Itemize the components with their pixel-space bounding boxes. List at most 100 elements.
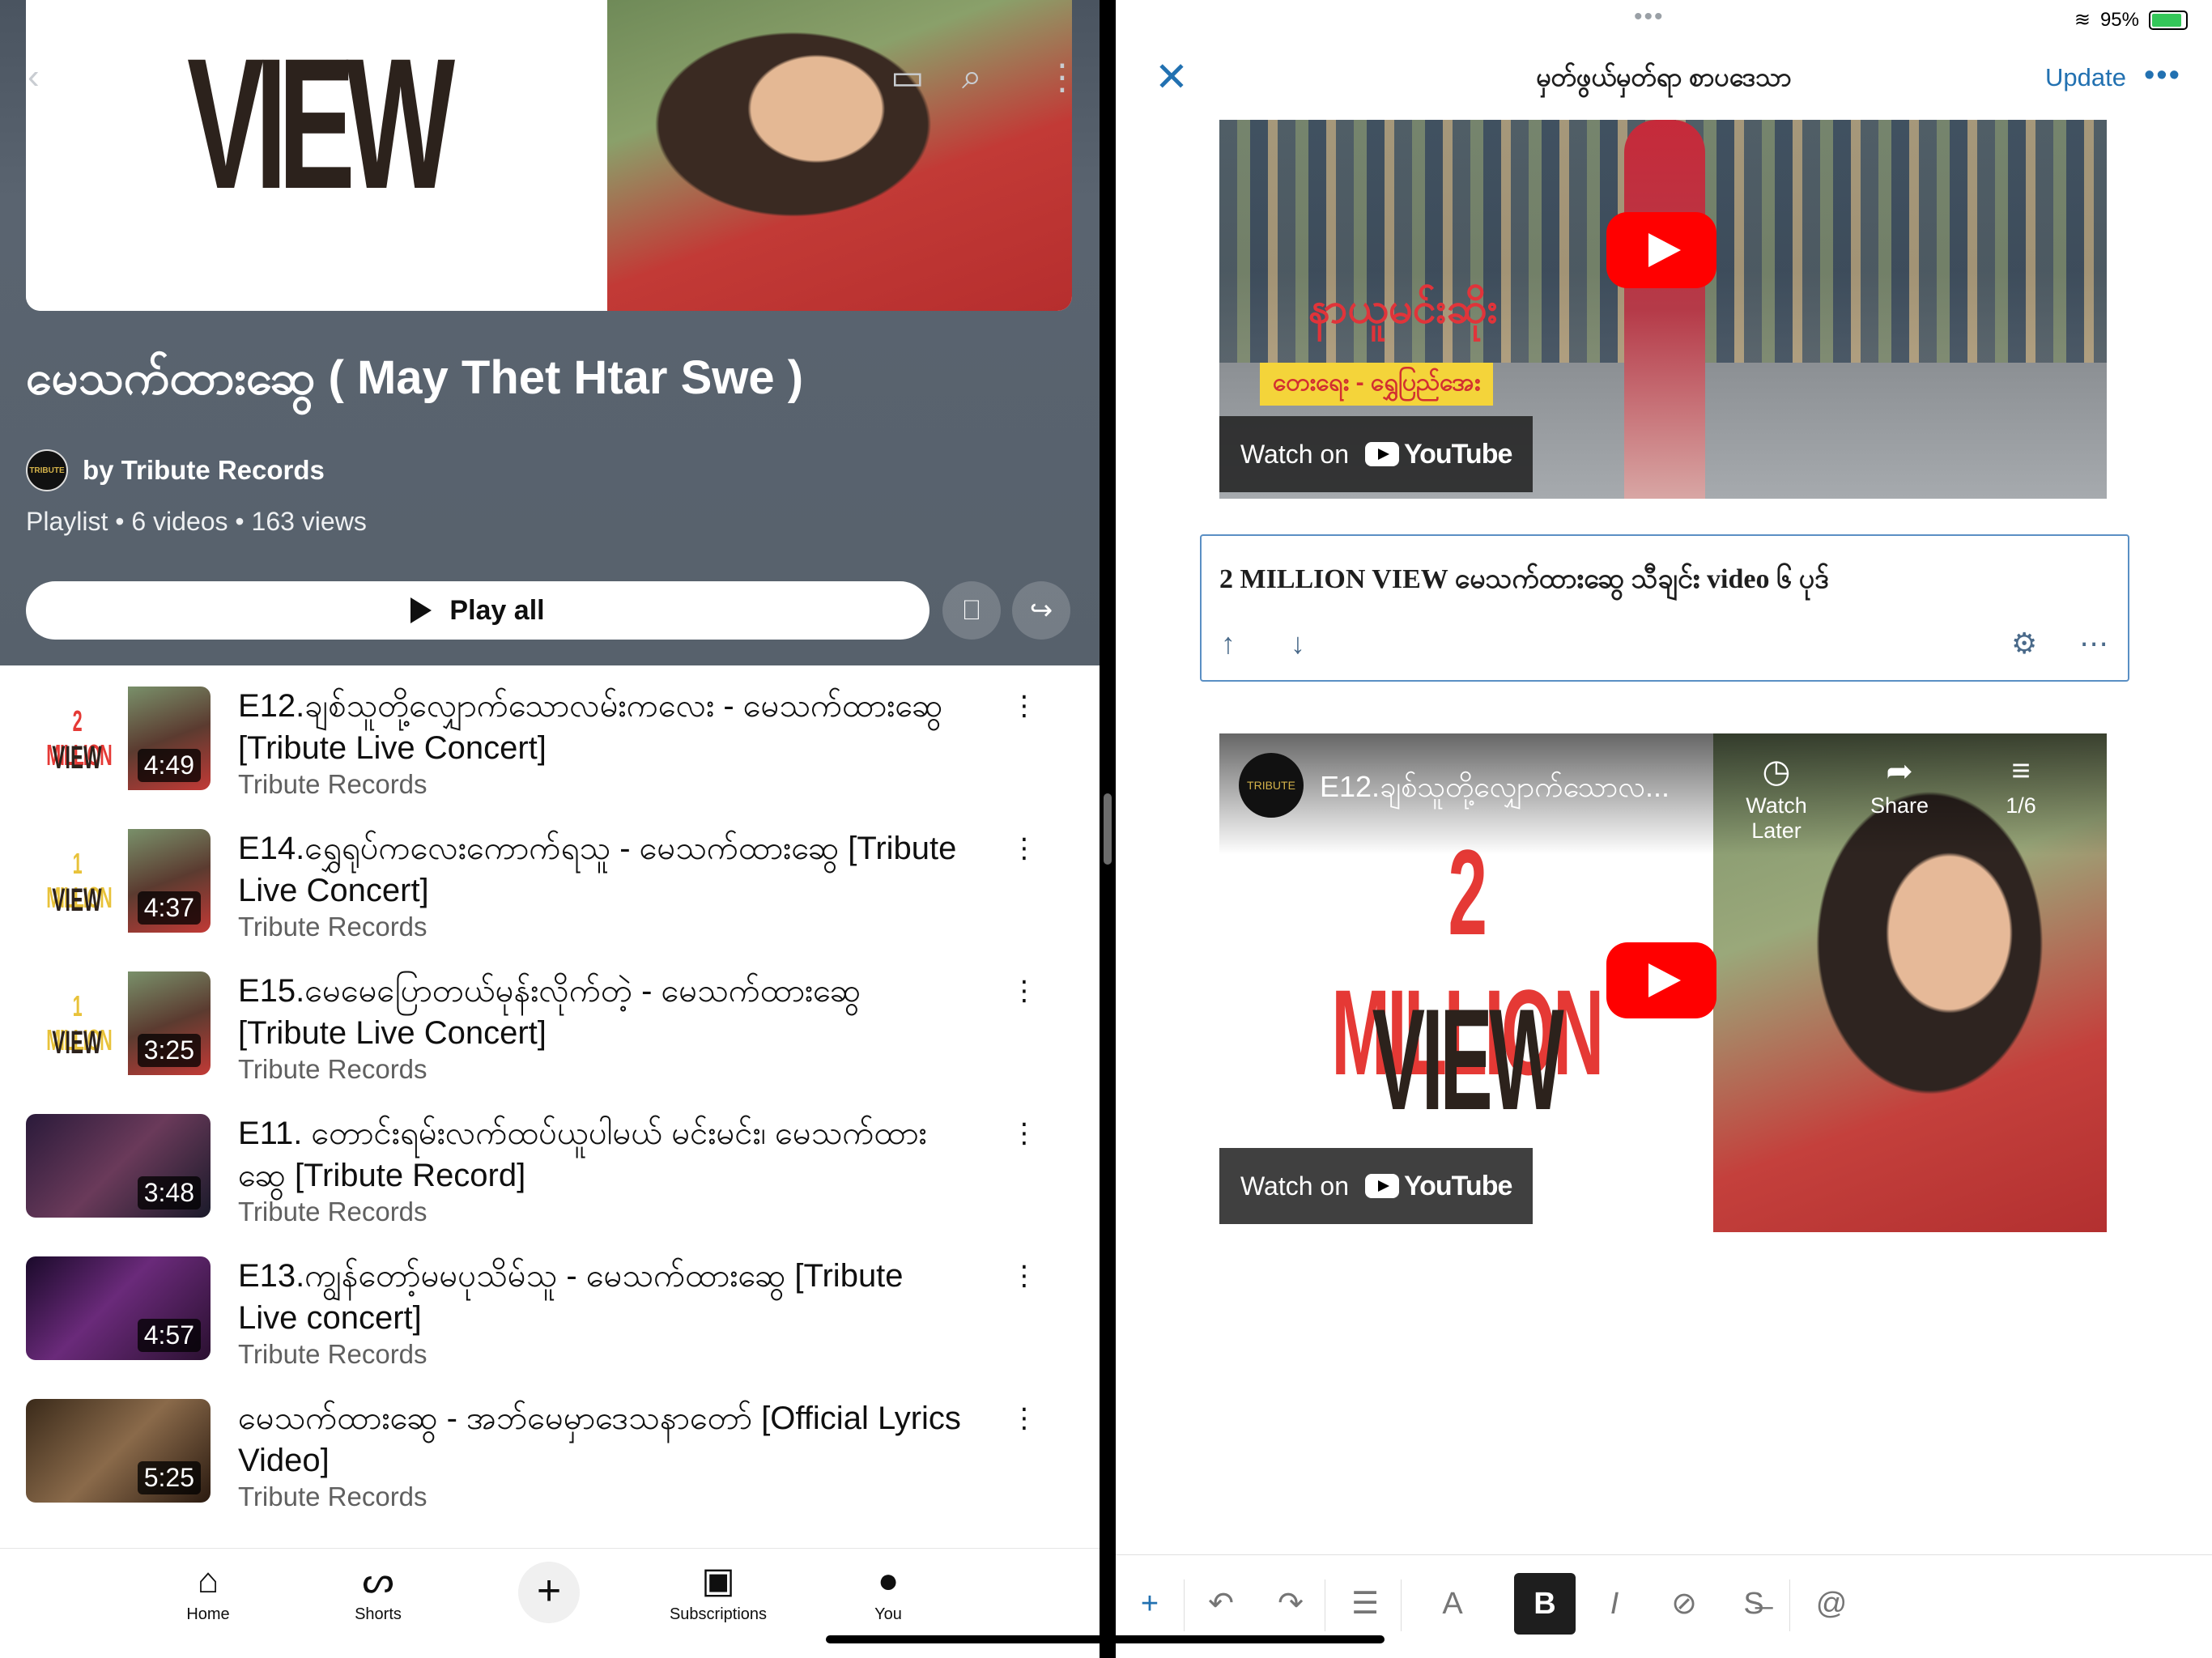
video-title[interactable]: E15.မေမေပြောတယ်မုန်းလိုက်တဲ့ - မေသက်ထားဆ… (238, 970, 967, 1054)
playlist-owner[interactable]: TRIBUTE by Tribute Records (26, 449, 325, 491)
divider-handle[interactable] (1104, 793, 1112, 865)
playlist-button[interactable]: ≡ 1/6 (1972, 753, 2069, 818)
video-thumbnail[interactable]: 1 MILLION VIEW 4:37 (26, 829, 211, 933)
text-color-icon[interactable]: A (1422, 1573, 1483, 1635)
watch-on-youtube-button[interactable]: Watch on YouTube (1219, 416, 1534, 492)
embed-video-title[interactable]: E12.ချစ်သူတို့လျှောက်သောလ... (1320, 767, 1670, 811)
video-subcaption: တေးရေး - ရွှေပြည်အေး (1260, 363, 1494, 406)
battery-percent: 95% (2099, 8, 2139, 31)
more-vert-icon[interactable]: ⋮ (1010, 832, 1038, 865)
link-icon[interactable]: ⊘ (1653, 1573, 1715, 1635)
play-button-icon[interactable] (1606, 942, 1716, 1018)
play-all-button[interactable]: Play all (26, 581, 929, 640)
duration-badge: 4:49 (137, 749, 201, 782)
playlist-thumbnail[interactable]: VIEW (26, 0, 1072, 311)
share-button[interactable]: ↪ (1012, 581, 1070, 640)
video-title[interactable]: E12.ချစ်သူတို့လျှောက်သောလမ်းကလေး - မေသက်… (238, 685, 967, 769)
video-thumbnail[interactable]: 3:48 (26, 1114, 211, 1218)
channel-avatar[interactable]: TRIBUTE (1239, 753, 1304, 818)
thumb-badge-bottom: VIEW (52, 882, 102, 918)
watch-later-button[interactable]: ◷ Watch Later (1728, 753, 1825, 844)
paragraph-text[interactable]: 2 MILLION VIEW မေသက်ထားဆွေ သီချင်း video… (1219, 560, 1829, 602)
paragraph-block[interactable]: 2 MILLION VIEW မေသက်ထားဆွေ သီချင်း video… (1200, 534, 2129, 682)
thumb-badge-bottom: VIEW (52, 740, 102, 776)
list-item[interactable]: 2 MILLION VIEW 4:49 E12.ချစ်သူတို့လျှောက… (26, 674, 1078, 803)
playlist-meta: Playlist • 6 videos • 163 views (26, 507, 367, 536)
more-options-icon[interactable]: ••• (2144, 58, 2181, 93)
mention-icon[interactable]: @ (1801, 1573, 1862, 1635)
nav-home[interactable]: ⌂ Home (151, 1557, 265, 1624)
status-bar: ≋ 95% (2074, 8, 2188, 32)
video-channel: Tribute Records (238, 912, 428, 942)
home-icon: ⌂ (197, 1561, 219, 1601)
add-block-icon[interactable]: + (1119, 1573, 1180, 1635)
channel-avatar[interactable]: TRIBUTE (26, 449, 68, 491)
video-caption: နာယူမင်းဆိုး (1308, 285, 1498, 332)
list-item[interactable]: 5:25 မေသက်ထားဆွေ - အဘ်မေမှာဒေသနာတော် [Of… (26, 1386, 1078, 1516)
list-item[interactable]: 4:57 E13.ကျွန်တော့်မမပုသိမ်သူ - မေသက်ထား… (26, 1244, 1078, 1373)
update-button[interactable]: Update (2045, 63, 2126, 92)
strikethrough-icon[interactable]: S̶ (1723, 1573, 1784, 1635)
create-button[interactable]: + (518, 1562, 580, 1623)
nav-shorts[interactable]: ᔕ Shorts (321, 1557, 435, 1624)
singer-photo (607, 0, 1072, 311)
video-channel: Tribute Records (238, 1054, 428, 1084)
more-vert-icon[interactable]: ⋮ (1010, 1117, 1038, 1150)
back-icon[interactable]: ‹ (28, 57, 40, 97)
multitasking-dots-icon[interactable]: ••• (1634, 3, 1665, 31)
italic-icon[interactable]: I (1584, 1573, 1645, 1635)
list-item[interactable]: 1 MILLION VIEW 3:25 E15.မေမေပြောတယ်မုန်း… (26, 959, 1078, 1088)
list-item[interactable]: 3:48 E11. တောင်းရမ်းလက်ထပ်ယူပါမယ် မင်းမင… (26, 1101, 1078, 1231)
more-vert-icon[interactable]: ⋮ (1010, 690, 1038, 722)
arrow-up-icon[interactable]: ↑ (1221, 627, 1236, 661)
duration-badge: 3:48 (137, 1176, 201, 1209)
search-icon[interactable]: ⌕ (962, 57, 982, 97)
video-title[interactable]: မေသက်ထားဆွေ - အဘ်မေမှာဒေသနာတော် [Officia… (238, 1397, 967, 1482)
play-button-icon[interactable] (1606, 212, 1716, 288)
video-title[interactable]: E13.ကျွန်တော့်မမပုသိမ်သူ - မေသက်ထားဆွေ [… (238, 1255, 967, 1339)
cast-icon[interactable]: ▭ (891, 57, 925, 98)
gear-icon[interactable]: ⚙ (2011, 627, 2037, 661)
bold-icon[interactable]: B (1514, 1573, 1576, 1635)
undo-icon[interactable]: ↶ (1190, 1573, 1252, 1635)
youtube-embed[interactable]: နာယူမင်းဆိုး တေးရေး - ရွှေပြည်အေး Watch … (1219, 120, 2107, 499)
video-thumbnail[interactable]: 4:57 (26, 1256, 211, 1360)
video-title[interactable]: E11. တောင်းရမ်းလက်ထပ်ယူပါမယ် မင်းမင်း၊ မ… (238, 1112, 967, 1197)
more-options-icon[interactable]: ⋯ (2079, 627, 2108, 661)
arrow-down-icon[interactable]: ↓ (1291, 627, 1305, 661)
split-view-divider[interactable] (1100, 0, 1116, 1658)
more-vert-icon[interactable]: ⋮ (1010, 1260, 1038, 1292)
save-playlist-button[interactable]: ⎕ (942, 581, 1001, 640)
video-channel: Tribute Records (238, 1482, 428, 1511)
video-thumbnail[interactable]: 1 MILLION VIEW 3:25 (26, 971, 211, 1075)
video-thumbnail[interactable]: 5:25 (26, 1399, 211, 1503)
watch-on-label: Watch on (1240, 1171, 1349, 1201)
more-vert-icon[interactable]: ⋮ (1010, 975, 1038, 1007)
watch-on-label: Watch on (1240, 439, 1349, 469)
owner-name[interactable]: by Tribute Records (83, 455, 325, 486)
watch-on-youtube-button[interactable]: Watch on YouTube (1219, 1148, 1534, 1224)
video-thumbnail[interactable]: 2 MILLION VIEW 4:49 (26, 687, 211, 790)
play-all-label: Play all (449, 594, 545, 626)
share-button[interactable]: ➦ Share (1851, 753, 1948, 818)
thumb-badge-bottom: VIEW (52, 1025, 102, 1061)
video-title[interactable]: E14.ရွှေရုပ်ကလေးကောက်ရသူ - မေသက်ထားဆွေ [… (238, 827, 967, 912)
youtube-pane: VIEW ‹ ▭ ⌕ ⋮ မေသက်ထားဆွေ ( May Thet Htar… (0, 0, 1100, 1658)
youtube-playlist-embed[interactable]: 2 MILLION VIEW TRIBUTE E12.ချစ်သူတို့လျှ… (1219, 733, 2107, 1232)
video-channel: Tribute Records (238, 1197, 428, 1226)
nav-label: Shorts (355, 1605, 402, 1623)
playlist-icon: ≡ (2011, 753, 2031, 789)
home-indicator[interactable] (826, 1635, 1385, 1643)
more-vert-icon[interactable]: ⋮ (1044, 57, 1080, 98)
shorts-icon: ᔕ (362, 1561, 394, 1601)
nav-label: You (874, 1605, 902, 1623)
list-item[interactable]: 1 MILLION VIEW 4:37 E14.ရွှေရုပ်ကလေးကောက… (26, 816, 1078, 946)
nav-subscriptions[interactable]: ▣ Subscriptions (661, 1557, 775, 1624)
list-view-icon[interactable]: ☰ (1334, 1573, 1396, 1635)
share-icon: ↪ (1029, 595, 1053, 626)
nav-you[interactable]: ● You (832, 1557, 945, 1624)
redo-icon[interactable]: ↷ (1260, 1573, 1321, 1635)
thumbnail-text: VIEW (187, 19, 455, 227)
more-vert-icon[interactable]: ⋮ (1010, 1402, 1038, 1435)
video-channel: Tribute Records (238, 1339, 428, 1369)
